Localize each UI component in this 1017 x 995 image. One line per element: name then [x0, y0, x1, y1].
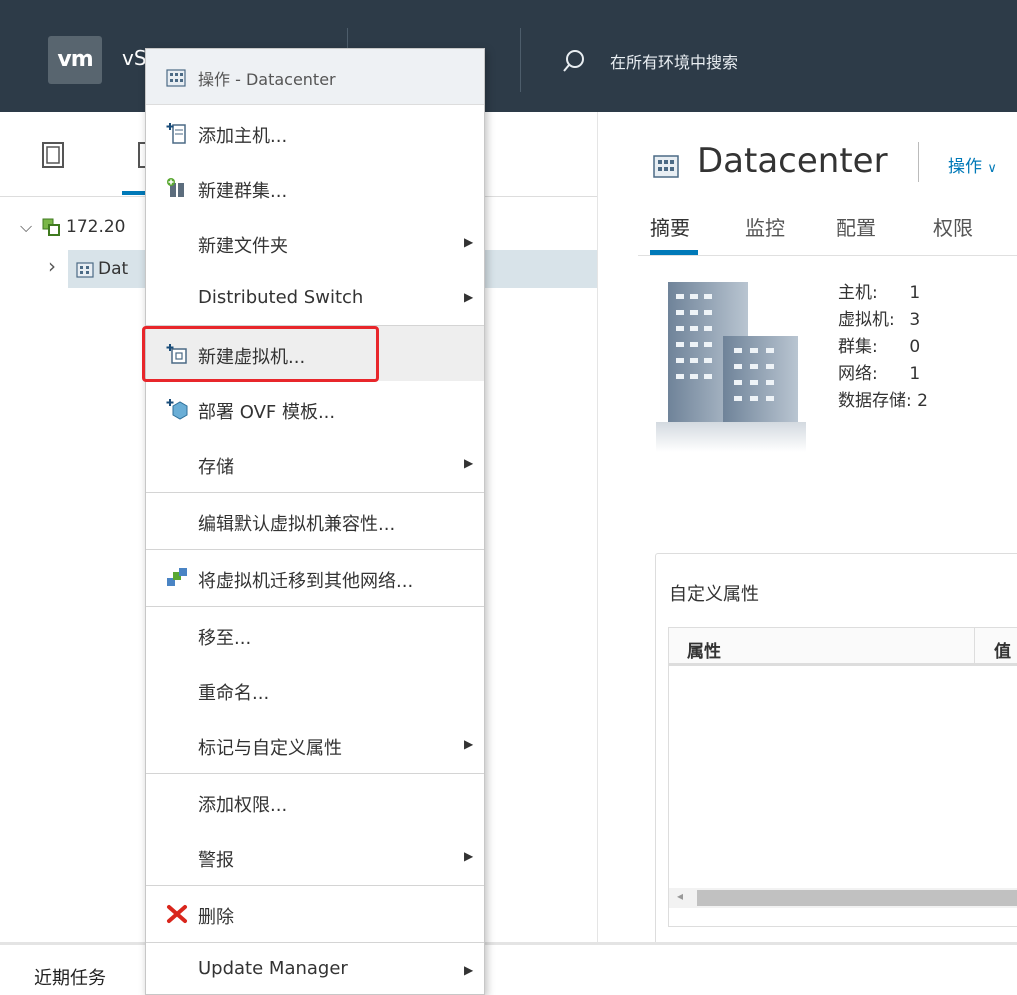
- menu-item-label: Update Manager: [198, 958, 348, 979]
- menu-item-label: 新建文件夹: [198, 236, 288, 257]
- tab-configure[interactable]: 配置: [836, 212, 876, 241]
- stat-value: 3: [909, 310, 921, 330]
- vm-logo[interactable]: vm: [48, 36, 102, 84]
- tabs-divider: [638, 255, 1017, 256]
- app-name[interactable]: vS: [122, 46, 147, 70]
- global-search-input[interactable]: 在所有环境中搜索: [610, 49, 738, 73]
- menu-item-label: 新建群集...: [198, 181, 288, 202]
- attributes-grid: 属性 值 ◂: [668, 627, 1017, 927]
- scrollbar-thumb[interactable]: [697, 890, 1017, 906]
- chevron-down-icon[interactable]: ⌵: [20, 208, 32, 246]
- tab-monitor[interactable]: 监控: [745, 212, 785, 241]
- datacenter-building-illustration: [656, 282, 806, 452]
- actions-label: 操作: [948, 157, 982, 177]
- menu-item-storage[interactable]: 存储 ▶: [146, 436, 484, 491]
- tab-summary[interactable]: 摘要: [650, 212, 690, 241]
- title-divider: [918, 142, 919, 182]
- datacenter-icon: [653, 155, 679, 178]
- stat-label: 虚拟机:: [838, 310, 895, 330]
- tab-permissions[interactable]: 权限: [933, 212, 973, 241]
- menu-item-tags-attributes[interactable]: 标记与自定义属性 ▶: [146, 717, 484, 772]
- submenu-arrow-icon: ▶: [464, 963, 474, 977]
- vcenter-icon: [42, 218, 60, 236]
- search-icon[interactable]: [563, 50, 585, 72]
- delete-icon: [167, 905, 187, 923]
- stat-clusters: 群集: 0: [838, 334, 928, 361]
- actions-menu-button[interactable]: 操作 ∨: [948, 152, 997, 177]
- stat-value: 2: [917, 391, 928, 411]
- stat-vms: 虚拟机: 3: [838, 307, 928, 334]
- tree-item-label: Dat: [98, 259, 129, 279]
- menu-item-label: 标记与自定义属性: [198, 738, 342, 759]
- column-header-value[interactable]: 值: [994, 637, 1011, 662]
- menu-item-migrate-vm-network[interactable]: 将虚拟机迁移到其他网络...: [146, 550, 484, 605]
- highlight-annotation-box: [142, 326, 379, 382]
- deploy-ovf-icon: [166, 399, 188, 420]
- menu-item-new-cluster[interactable]: 新建群集...: [146, 160, 484, 215]
- datacenter-icon: [166, 69, 186, 87]
- context-menu-title: 操作 - Datacenter: [198, 70, 336, 89]
- scroll-left-icon[interactable]: ◂: [677, 889, 683, 903]
- context-menu-header: 操作 - Datacenter: [146, 49, 484, 105]
- menu-item-label: 重命名...: [198, 683, 270, 704]
- add-host-icon: [166, 123, 186, 144]
- grid-header: 属性 值: [669, 628, 1017, 666]
- summary-stats: 主机: 1 虚拟机: 3 群集: 0 网络: 1 数据存储: 2: [838, 280, 928, 415]
- stat-networks: 网络: 1: [838, 361, 928, 388]
- menu-item-add-host[interactable]: 添加主机...: [146, 105, 484, 160]
- menu-item-label: 存储: [198, 457, 234, 478]
- menu-item-label: 将虚拟机迁移到其他网络...: [198, 571, 414, 592]
- menu-item-label: 编辑默认虚拟机兼容性...: [198, 514, 396, 535]
- submenu-arrow-icon: ▶: [464, 849, 474, 863]
- menu-item-label: 移至...: [198, 628, 252, 649]
- submenu-arrow-icon: ▶: [464, 456, 474, 470]
- menu-item-edit-vm-compatibility[interactable]: 编辑默认虚拟机兼容性...: [146, 493, 484, 548]
- new-cluster-icon: [167, 178, 184, 197]
- card-title: 自定义属性: [669, 584, 759, 605]
- stat-value: 1: [909, 283, 921, 303]
- hosts-clusters-tab-icon[interactable]: [42, 142, 64, 168]
- object-detail-pane: Datacenter 操作 ∨ 摘要 监控 配置 权限 主机: 1 虚拟机: 3…: [597, 112, 1017, 953]
- stat-value: 0: [909, 337, 921, 357]
- context-menu: 操作 - Datacenter 添加主机... 新建群集... 新建文件夹 ▶ …: [145, 48, 485, 995]
- stat-datastores: 数据存储: 2: [838, 388, 928, 415]
- menu-item-label: 添加主机...: [198, 126, 288, 147]
- menu-item-label: 添加权限...: [198, 795, 288, 816]
- page-title: Datacenter: [697, 141, 888, 181]
- column-divider[interactable]: [974, 628, 975, 666]
- stat-value: 1: [909, 364, 921, 384]
- stat-label: 群集:: [838, 337, 878, 357]
- stat-label: 主机:: [838, 283, 878, 303]
- tree-item-label: 172.20: [66, 217, 126, 237]
- chevron-right-icon[interactable]: ›: [48, 254, 56, 278]
- menu-item-label: Distributed Switch: [198, 287, 364, 308]
- datacenter-icon: [76, 262, 94, 278]
- menu-item-update-manager[interactable]: Update Manager ▶: [146, 943, 484, 995]
- menu-item-delete[interactable]: 删除: [146, 886, 484, 941]
- submenu-arrow-icon: ▶: [464, 235, 474, 249]
- migrate-network-icon: [167, 568, 187, 586]
- stat-label: 数据存储:: [838, 391, 912, 411]
- menu-item-add-permission[interactable]: 添加权限...: [146, 774, 484, 829]
- submenu-arrow-icon: ▶: [464, 737, 474, 751]
- menu-item-label: 部署 OVF 模板...: [198, 402, 336, 423]
- chevron-down-icon: ∨: [987, 161, 997, 176]
- menu-item-distributed-switch[interactable]: Distributed Switch ▶: [146, 270, 484, 325]
- menu-item-new-folder[interactable]: 新建文件夹 ▶: [146, 215, 484, 270]
- recent-tasks-tab[interactable]: 近期任务: [34, 964, 106, 990]
- stat-hosts: 主机: 1: [838, 280, 928, 307]
- menu-item-label: 删除: [198, 907, 234, 928]
- submenu-arrow-icon: ▶: [464, 290, 474, 304]
- column-header-attribute[interactable]: 属性: [687, 637, 721, 662]
- stat-label: 网络:: [838, 364, 878, 384]
- menu-item-label: 警报: [198, 850, 234, 871]
- header-divider: [520, 28, 521, 92]
- custom-attributes-card: 自定义属性 属性 值 ◂: [655, 553, 1017, 953]
- menu-item-move-to[interactable]: 移至...: [146, 607, 484, 662]
- horizontal-scrollbar[interactable]: ◂: [669, 888, 1017, 908]
- menu-item-deploy-ovf[interactable]: 部署 OVF 模板...: [146, 381, 484, 436]
- menu-item-rename[interactable]: 重命名...: [146, 662, 484, 717]
- menu-item-alarms[interactable]: 警报 ▶: [146, 829, 484, 884]
